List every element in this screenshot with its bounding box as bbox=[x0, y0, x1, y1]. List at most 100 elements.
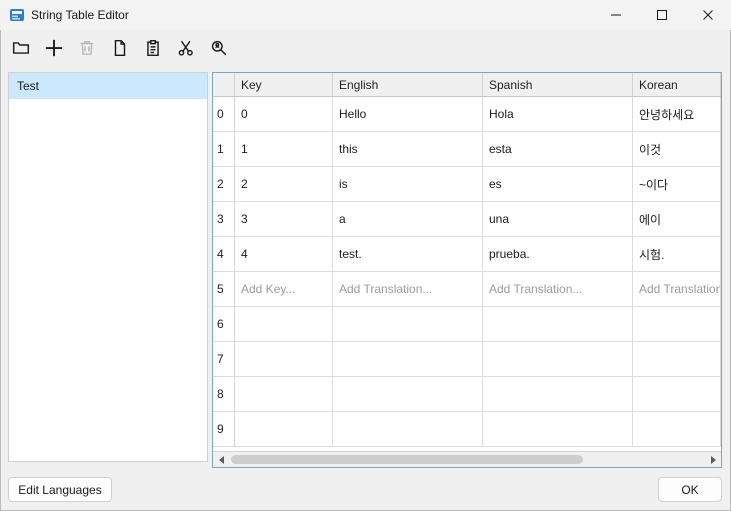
column-header-spanish[interactable]: Spanish bbox=[483, 73, 633, 96]
translations-table: Key English Spanish Korean 0 0 Hello Hol… bbox=[212, 72, 722, 468]
row-number[interactable]: 3 bbox=[213, 202, 235, 237]
cell-english[interactable] bbox=[333, 377, 483, 412]
scrollbar-thumb[interactable] bbox=[231, 455, 583, 464]
row-number[interactable]: 2 bbox=[213, 167, 235, 202]
column-header-key[interactable]: Key bbox=[235, 73, 333, 96]
cell-spanish[interactable]: esta bbox=[483, 132, 633, 167]
copy-icon bbox=[111, 39, 129, 60]
table-row: 8 bbox=[213, 377, 721, 412]
cell-key[interactable]: 2 bbox=[235, 167, 333, 202]
table-row: 7 bbox=[213, 342, 721, 377]
cell-korean[interactable] bbox=[633, 377, 721, 412]
ok-button[interactable]: OK bbox=[658, 477, 722, 502]
row-number[interactable]: 7 bbox=[213, 342, 235, 377]
cell-spanish[interactable]: prueba. bbox=[483, 237, 633, 272]
app-icon bbox=[9, 7, 25, 23]
titlebar: String Table Editor bbox=[0, 0, 731, 30]
cell-english[interactable]: test. bbox=[333, 237, 483, 272]
table-row: 4 4 test. prueba. 시험. bbox=[213, 237, 721, 272]
open-folder-icon bbox=[12, 39, 30, 60]
copy-button[interactable] bbox=[107, 36, 133, 62]
find-icon bbox=[210, 39, 228, 60]
table-body: 0 0 Hello Hola 안녕하세요 1 1 this esta 이것 2 … bbox=[213, 97, 721, 451]
row-number[interactable]: 1 bbox=[213, 132, 235, 167]
table-row-add-new: 5 Add Key... Add Translation... Add Tran… bbox=[213, 272, 721, 307]
table-row: 3 3 a una 에이 bbox=[213, 202, 721, 237]
row-number[interactable]: 8 bbox=[213, 377, 235, 412]
corner-header bbox=[213, 73, 235, 96]
add-entry-button[interactable] bbox=[41, 36, 67, 62]
scroll-left-arrow[interactable] bbox=[213, 452, 229, 467]
horizontal-scrollbar[interactable] bbox=[213, 451, 721, 467]
cell-spanish[interactable] bbox=[483, 342, 633, 377]
cell-english[interactable]: a bbox=[333, 202, 483, 237]
cell-spanish[interactable]: una bbox=[483, 202, 633, 237]
cell-spanish[interactable]: es bbox=[483, 167, 633, 202]
row-number[interactable]: 6 bbox=[213, 307, 235, 342]
cell-key[interactable] bbox=[235, 307, 333, 342]
scroll-right-arrow[interactable] bbox=[705, 452, 721, 467]
table-row: 2 2 is es ~이다 bbox=[213, 167, 721, 202]
cell-korean[interactable]: 안녕하세요 bbox=[633, 97, 721, 132]
cell-korean[interactable] bbox=[633, 412, 721, 447]
cell-english[interactable]: Hello bbox=[333, 97, 483, 132]
list-item-test[interactable]: Test bbox=[9, 73, 207, 99]
delete-entry-button[interactable] bbox=[74, 36, 100, 62]
cell-english[interactable]: is bbox=[333, 167, 483, 202]
open-folder-button[interactable] bbox=[8, 36, 34, 62]
column-header-english[interactable]: English bbox=[333, 73, 483, 96]
string-table-list: Test bbox=[8, 72, 208, 462]
toolbar bbox=[8, 34, 232, 64]
table-row: 1 1 this esta 이것 bbox=[213, 132, 721, 167]
cell-spanish[interactable] bbox=[483, 377, 633, 412]
row-number[interactable]: 5 bbox=[213, 272, 235, 307]
cell-key[interactable] bbox=[235, 342, 333, 377]
table-row: 9 bbox=[213, 412, 721, 447]
cell-korean-placeholder[interactable]: Add Translation... bbox=[633, 272, 721, 307]
cut-button[interactable] bbox=[173, 36, 199, 62]
cut-icon bbox=[177, 39, 195, 60]
table-header-row: Key English Spanish Korean bbox=[213, 73, 721, 97]
cell-spanish[interactable]: Hola bbox=[483, 97, 633, 132]
cell-english-placeholder[interactable]: Add Translation... bbox=[333, 272, 483, 307]
cell-korean[interactable]: 에이 bbox=[633, 202, 721, 237]
cell-korean[interactable]: 시험. bbox=[633, 237, 721, 272]
cell-key[interactable]: 0 bbox=[235, 97, 333, 132]
string-table-editor-window: { "window": { "title": "String Table Edi… bbox=[0, 0, 731, 511]
row-number[interactable]: 0 bbox=[213, 97, 235, 132]
cell-key[interactable] bbox=[235, 377, 333, 412]
cell-key-placeholder[interactable]: Add Key... bbox=[235, 272, 333, 307]
cell-spanish[interactable] bbox=[483, 307, 633, 342]
cell-english[interactable]: this bbox=[333, 132, 483, 167]
edit-languages-button[interactable]: Edit Languages bbox=[8, 477, 112, 502]
cell-key[interactable]: 3 bbox=[235, 202, 333, 237]
row-number[interactable]: 4 bbox=[213, 237, 235, 272]
table-row: 6 bbox=[213, 307, 721, 342]
delete-entry-icon bbox=[78, 39, 96, 60]
minimize-button[interactable] bbox=[593, 0, 639, 30]
cell-korean[interactable]: 이것 bbox=[633, 132, 721, 167]
cell-english[interactable] bbox=[333, 342, 483, 377]
window-title: String Table Editor bbox=[31, 8, 129, 22]
cell-korean[interactable] bbox=[633, 342, 721, 377]
find-button[interactable] bbox=[206, 36, 232, 62]
cell-spanish-placeholder[interactable]: Add Translation... bbox=[483, 272, 633, 307]
cell-key[interactable] bbox=[235, 412, 333, 447]
paste-icon bbox=[144, 39, 162, 60]
cell-spanish[interactable] bbox=[483, 412, 633, 447]
maximize-button[interactable] bbox=[639, 0, 685, 30]
paste-button[interactable] bbox=[140, 36, 166, 62]
cell-key[interactable]: 1 bbox=[235, 132, 333, 167]
window-controls bbox=[593, 0, 731, 30]
column-header-korean[interactable]: Korean bbox=[633, 73, 721, 96]
row-number[interactable]: 9 bbox=[213, 412, 235, 447]
cell-key[interactable]: 4 bbox=[235, 237, 333, 272]
table-row: 0 0 Hello Hola 안녕하세요 bbox=[213, 97, 721, 132]
cell-korean[interactable] bbox=[633, 307, 721, 342]
close-button[interactable] bbox=[685, 0, 731, 30]
cell-korean[interactable]: ~이다 bbox=[633, 167, 721, 202]
list-item-label: Test bbox=[17, 79, 39, 93]
cell-english[interactable] bbox=[333, 412, 483, 447]
cell-english[interactable] bbox=[333, 307, 483, 342]
add-entry-icon bbox=[44, 38, 64, 61]
